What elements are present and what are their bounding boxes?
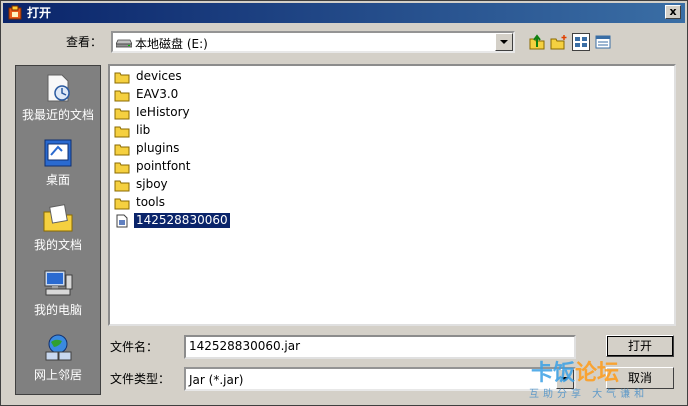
file-type-label: 文件类型： (110, 372, 171, 386)
place-label: 我的电脑 (33, 303, 82, 317)
folder-icon (114, 144, 130, 155)
folder-item[interactable]: sjboy (114, 176, 170, 193)
item-name: 142528830060 (133, 212, 231, 229)
drive-icon (116, 39, 132, 48)
places-bar: 我最近的文档 桌面 我的文档 我的电脑 网上邻居 (15, 65, 101, 395)
file-list[interactable]: devices EAV3.0 IeHistory lib plugins pointfon… (108, 64, 676, 326)
watermark-logo: 卡饭论坛 (531, 355, 619, 387)
network-icon (45, 334, 72, 361)
watermark-main-a: 卡饭 (531, 361, 576, 386)
chevron-down-icon (500, 40, 508, 44)
view-icons-icon[interactable] (572, 33, 590, 51)
place-recent-documents[interactable]: 我最近的文档 (16, 72, 100, 136)
folder-item[interactable]: plugins (114, 140, 181, 157)
place-label: 网上邻居 (33, 368, 82, 382)
place-my-computer[interactable]: 我的电脑 (16, 267, 100, 331)
recent-documents-icon (47, 74, 70, 102)
my-computer-icon (44, 270, 73, 296)
view-details-icon[interactable] (594, 33, 612, 51)
open-dialog: 打开 x 查看： 本地磁盘 (E:) 我最近的文档 桌面 我的文档 我的电脑 网… (0, 0, 688, 406)
app-icon (8, 5, 22, 20)
close-button[interactable]: x (665, 5, 681, 19)
look-in-value: 本地磁盘 (E:) (135, 37, 208, 51)
place-label: 我最近的文档 (21, 108, 94, 122)
item-name: EAV3.0 (136, 87, 179, 101)
window-title: 打开 (27, 6, 52, 20)
item-name: plugins (136, 141, 180, 155)
file-icon (116, 214, 128, 227)
place-label: 桌面 (45, 173, 70, 187)
watermark-slogan: 互助分享 大气谦和 (529, 389, 649, 400)
folder-icon (114, 180, 130, 191)
folder-icon (114, 72, 130, 83)
folder-icon (114, 108, 130, 119)
item-name: lib (136, 123, 151, 137)
file-name-input[interactable]: 142528830060.jar (184, 335, 576, 359)
item-name: devices (136, 69, 182, 83)
file-type-value: Jar (*.jar) (189, 373, 244, 387)
file-name-label: 文件名： (110, 340, 159, 354)
watermark: 卡饭论坛 互助分享 大气谦和 (527, 353, 687, 405)
folder-item[interactable]: EAV3.0 (114, 86, 180, 103)
folder-item[interactable]: pointfont (114, 158, 192, 175)
folder-icon (114, 198, 130, 209)
place-network[interactable]: 网上邻居 (16, 332, 100, 396)
new-folder-icon[interactable] (550, 33, 568, 51)
file-item[interactable]: 142528830060 (114, 212, 231, 229)
folder-icon (114, 126, 130, 137)
file-type-dropdown[interactable]: Jar (*.jar) (184, 367, 576, 391)
folder-item[interactable]: IeHistory (114, 104, 192, 121)
folder-item[interactable]: tools (114, 194, 167, 211)
folder-icon (114, 90, 130, 101)
look-in-label: 查看： (66, 35, 103, 49)
folder-item[interactable]: devices (114, 68, 184, 85)
folder-icon (114, 162, 130, 173)
item-name: sjboy (136, 177, 168, 191)
place-my-documents[interactable]: 我的文档 (16, 202, 100, 266)
item-name: IeHistory (136, 105, 190, 119)
place-desktop[interactable]: 桌面 (16, 137, 100, 201)
desktop-icon (44, 139, 72, 167)
place-label: 我的文档 (33, 238, 82, 252)
item-name: pointfont (136, 159, 191, 173)
up-folder-icon[interactable] (528, 33, 546, 51)
look-in-dropdown[interactable]: 本地磁盘 (E:) (111, 31, 515, 53)
item-name: tools (136, 195, 165, 209)
look-in-dropdown-button[interactable] (495, 33, 513, 51)
watermark-main-b: 论坛 (575, 361, 620, 386)
title-bar[interactable]: 打开 x (3, 3, 685, 23)
folder-item[interactable]: lib (114, 122, 152, 139)
my-documents-icon (43, 204, 73, 232)
